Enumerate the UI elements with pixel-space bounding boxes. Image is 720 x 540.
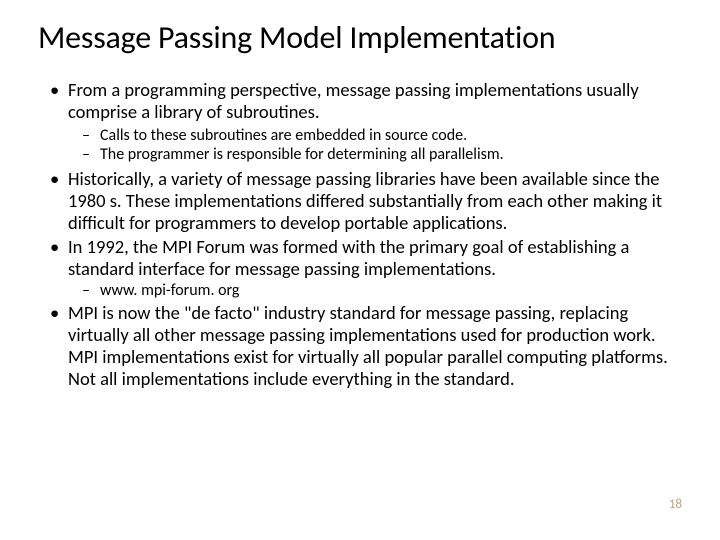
bullet-item: In 1992, the MPI Forum was formed with t… <box>68 236 682 301</box>
sub-bullet-item: The programmer is responsible for determ… <box>100 146 682 165</box>
page-number: 18 <box>669 497 682 512</box>
slide-body: From a programming perspective, message … <box>38 79 682 390</box>
sub-bullet-list: Calls to these subroutines are embedded … <box>68 127 682 165</box>
bullet-item: MPI is now the "de facto" industry stand… <box>68 302 682 389</box>
sub-bullet-item: www. mpi-forum. org <box>100 282 682 301</box>
bullet-item: From a programming perspective, message … <box>68 79 682 164</box>
bullet-text: In 1992, the MPI Forum was formed with t… <box>68 235 629 280</box>
sub-bullet-text: Calls to these subroutines are embedded … <box>100 126 467 145</box>
bullet-item: Historically, a variety of message passi… <box>68 168 682 233</box>
sub-bullet-text-link: www. mpi-forum. org <box>100 281 239 300</box>
bullet-text: From a programming perspective, message … <box>68 78 639 123</box>
sub-bullet-text: The programmer is responsible for determ… <box>100 145 504 164</box>
sub-bullet-item: Calls to these subroutines are embedded … <box>100 127 682 146</box>
bullet-list: From a programming perspective, message … <box>38 79 682 390</box>
slide-title: Message Passing Model Implementation <box>38 18 682 57</box>
bullet-text: MPI is now the "de facto" industry stand… <box>68 301 668 389</box>
sub-bullet-list: www. mpi-forum. org <box>68 282 682 301</box>
slide-content: Message Passing Model Implementation Fro… <box>0 0 720 540</box>
bullet-text: Historically, a variety of message passi… <box>68 167 662 234</box>
